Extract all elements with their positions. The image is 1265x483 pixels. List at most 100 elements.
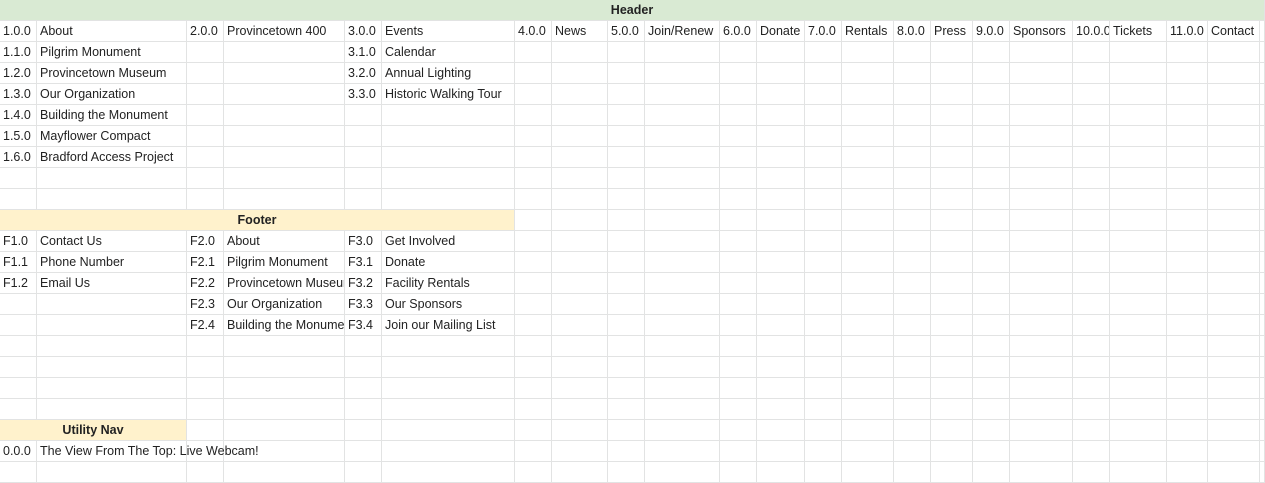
sheet-cell[interactable] (608, 336, 645, 357)
sheet-cell[interactable] (894, 126, 931, 147)
sheet-cell[interactable] (552, 84, 608, 105)
sheet-cell[interactable] (894, 84, 931, 105)
footer-section-label[interactable]: Footer (0, 210, 515, 231)
menu-item-cell[interactable]: Sponsors (1010, 21, 1073, 42)
sheet-cell[interactable] (805, 357, 842, 378)
sheet-cell[interactable] (187, 84, 224, 105)
sheet-cell[interactable] (224, 126, 345, 147)
sheet-cell[interactable] (1167, 126, 1208, 147)
sheet-cell[interactable] (894, 462, 931, 483)
sheet-cell[interactable] (842, 336, 894, 357)
sheet-cell[interactable] (1167, 399, 1208, 420)
menu-code-cell[interactable]: 8.0.0 (894, 21, 931, 42)
sheet-cell[interactable] (608, 357, 645, 378)
sheet-cell[interactable] (1208, 399, 1260, 420)
sheet-cell[interactable] (1167, 378, 1208, 399)
sheet-cell[interactable] (842, 252, 894, 273)
sheet-cell[interactable] (1010, 63, 1073, 84)
sheet-cell[interactable] (1167, 105, 1208, 126)
sheet-cell[interactable] (894, 273, 931, 294)
sheet-cell[interactable] (931, 336, 973, 357)
sheet-cell[interactable] (1010, 399, 1073, 420)
sheet-cell[interactable] (1110, 231, 1167, 252)
sheet-cell[interactable] (894, 252, 931, 273)
sheet-cell[interactable] (1110, 42, 1167, 63)
sheet-cell[interactable] (1208, 462, 1260, 483)
sheet-cell[interactable] (1110, 315, 1167, 336)
sheet-cell[interactable] (973, 63, 1010, 84)
sheet-cell[interactable] (757, 231, 805, 252)
sheet-cell[interactable] (720, 399, 757, 420)
sheet-cell[interactable] (645, 252, 720, 273)
sheet-cell[interactable] (645, 147, 720, 168)
sheet-cell[interactable] (1010, 336, 1073, 357)
sheet-cell[interactable] (805, 126, 842, 147)
sheet-cell[interactable] (224, 336, 345, 357)
menu-item-cell[interactable]: Provincetown 400 (224, 21, 345, 42)
sheet-cell[interactable] (1208, 336, 1260, 357)
sheet-cell[interactable] (805, 378, 842, 399)
sheet-cell[interactable] (973, 189, 1010, 210)
sheet-cell[interactable] (1073, 315, 1110, 336)
sheet-cell[interactable] (1208, 147, 1260, 168)
sheet-cell[interactable] (1010, 189, 1073, 210)
sheet-cell[interactable] (645, 273, 720, 294)
sheet-cell[interactable] (552, 252, 608, 273)
sheet-cell[interactable] (608, 315, 645, 336)
sheet-cell[interactable] (1073, 189, 1110, 210)
sheet-cell[interactable] (187, 399, 224, 420)
menu-code-cell[interactable]: 5.0.0 (608, 21, 645, 42)
sheet-cell[interactable] (1260, 147, 1265, 168)
menu-code-cell[interactable]: F2.4 (187, 315, 224, 336)
sheet-cell[interactable] (757, 84, 805, 105)
sheet-cell[interactable] (931, 357, 973, 378)
sheet-cell[interactable] (842, 273, 894, 294)
sheet-cell[interactable] (842, 210, 894, 231)
sheet-cell[interactable] (757, 294, 805, 315)
sheet-cell[interactable] (382, 126, 515, 147)
sheet-cell[interactable] (1073, 252, 1110, 273)
sheet-cell[interactable] (552, 357, 608, 378)
sheet-cell[interactable] (1110, 84, 1167, 105)
menu-item-cell[interactable]: Bradford Access Project (37, 147, 187, 168)
sheet-cell[interactable] (1260, 336, 1265, 357)
menu-item-cell[interactable]: Join/Renew (645, 21, 720, 42)
sheet-cell[interactable] (1208, 42, 1260, 63)
sheet-cell[interactable] (515, 168, 552, 189)
sheet-cell[interactable] (757, 378, 805, 399)
sheet-cell[interactable] (382, 189, 515, 210)
menu-item-cell[interactable]: Tickets (1110, 21, 1167, 42)
sheet-cell[interactable] (720, 252, 757, 273)
sheet-cell[interactable] (1010, 105, 1073, 126)
sheet-cell[interactable] (757, 441, 805, 462)
sheet-cell[interactable] (720, 231, 757, 252)
sheet-cell[interactable] (842, 378, 894, 399)
sheet-cell[interactable] (805, 168, 842, 189)
sheet-cell[interactable] (805, 63, 842, 84)
sheet-cell[interactable] (515, 210, 552, 231)
sheet-cell[interactable] (608, 252, 645, 273)
menu-code-cell[interactable]: 1.0.0 (0, 21, 37, 42)
sheet-cell[interactable] (842, 420, 894, 441)
sheet-cell[interactable] (1167, 273, 1208, 294)
sheet-cell[interactable] (1110, 378, 1167, 399)
sheet-cell[interactable] (842, 168, 894, 189)
sheet-cell[interactable] (805, 399, 842, 420)
sheet-cell[interactable] (805, 420, 842, 441)
sheet-cell[interactable] (1208, 168, 1260, 189)
menu-item-cell[interactable]: Rentals (842, 21, 894, 42)
sheet-cell[interactable] (973, 147, 1010, 168)
sheet-cell[interactable] (345, 399, 382, 420)
sheet-cell[interactable] (1208, 252, 1260, 273)
sheet-cell[interactable] (224, 399, 345, 420)
sheet-cell[interactable] (973, 126, 1010, 147)
sheet-cell[interactable] (515, 189, 552, 210)
sheet-cell[interactable] (1167, 420, 1208, 441)
menu-code-cell[interactable]: 9.0.0 (973, 21, 1010, 42)
sheet-cell[interactable] (1260, 189, 1265, 210)
sheet-cell[interactable] (931, 252, 973, 273)
sheet-cell[interactable] (805, 189, 842, 210)
menu-item-cell[interactable]: About (224, 231, 345, 252)
sheet-cell[interactable] (1260, 462, 1265, 483)
menu-item-cell[interactable]: Mayflower Compact (37, 126, 187, 147)
